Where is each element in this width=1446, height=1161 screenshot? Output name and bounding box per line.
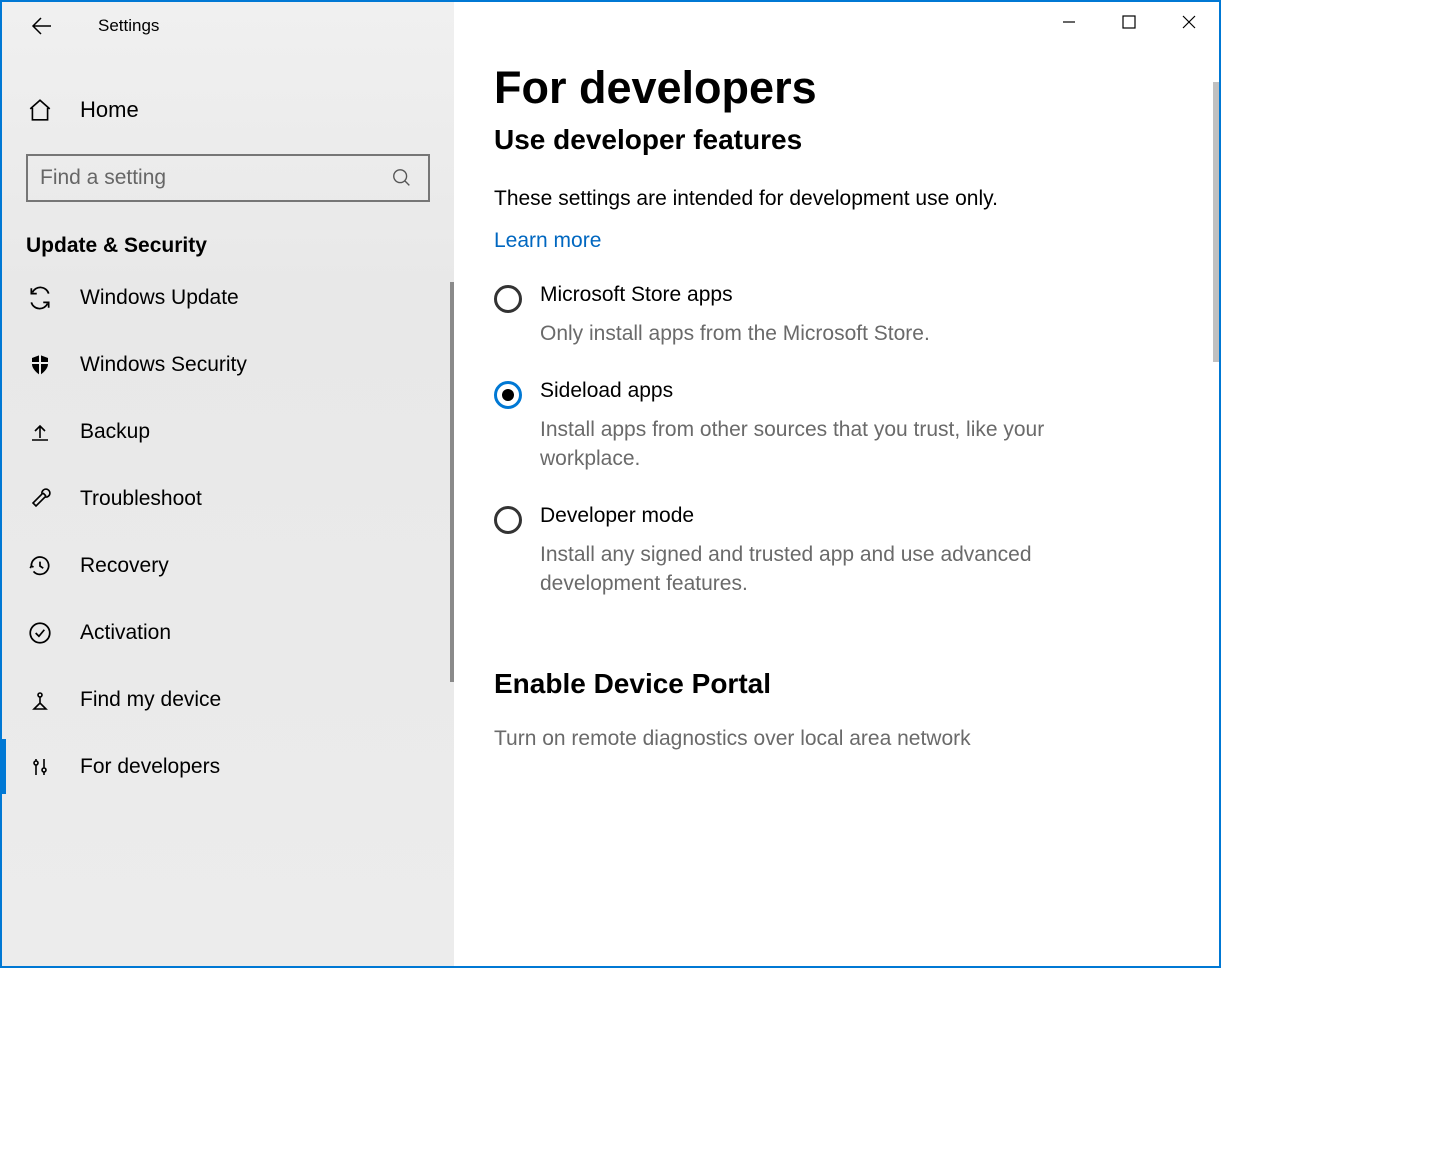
sidebar-item-label: Windows Update bbox=[80, 286, 239, 310]
nav-list: Windows Update Windows Security Backup T… bbox=[2, 264, 454, 800]
radio-title: Developer mode bbox=[540, 504, 1060, 528]
minimize-button[interactable] bbox=[1039, 2, 1099, 42]
content-scrollbar[interactable] bbox=[1213, 82, 1219, 362]
sidebar-item-find-my-device[interactable]: Find my device bbox=[2, 666, 454, 733]
sidebar-item-label: For developers bbox=[80, 755, 220, 779]
sidebar-item-windows-update[interactable]: Windows Update bbox=[2, 264, 454, 331]
window-controls bbox=[1039, 2, 1219, 42]
sidebar-header: Settings bbox=[2, 2, 454, 50]
home-label: Home bbox=[80, 97, 139, 123]
check-circle-icon bbox=[26, 619, 54, 647]
close-button[interactable] bbox=[1159, 2, 1219, 42]
radio-desc: Only install apps from the Microsoft Sto… bbox=[540, 319, 930, 348]
sidebar-item-troubleshoot[interactable]: Troubleshoot bbox=[2, 465, 454, 532]
radio-indicator bbox=[494, 506, 522, 534]
app-title: Settings bbox=[98, 16, 159, 36]
radio-microsoft-store[interactable]: Microsoft Store apps Only install apps f… bbox=[494, 283, 1179, 348]
shield-icon bbox=[26, 351, 54, 379]
radio-title: Microsoft Store apps bbox=[540, 283, 930, 307]
dev-tools-icon bbox=[26, 753, 54, 781]
sidebar-home[interactable]: Home bbox=[2, 80, 454, 140]
history-icon bbox=[26, 552, 54, 580]
subheader: Use developer features bbox=[494, 124, 1179, 156]
radio-developer-mode[interactable]: Developer mode Install any signed and tr… bbox=[494, 504, 1179, 599]
search-input[interactable] bbox=[40, 166, 388, 190]
sidebar-item-label: Windows Security bbox=[80, 353, 247, 377]
radio-indicator bbox=[494, 381, 522, 409]
sidebar-item-label: Find my device bbox=[80, 688, 221, 712]
radio-indicator bbox=[494, 285, 522, 313]
radio-sideload-apps[interactable]: Sideload apps Install apps from other so… bbox=[494, 379, 1179, 474]
radio-title: Sideload apps bbox=[540, 379, 1060, 403]
backup-icon bbox=[26, 418, 54, 446]
sidebar-item-windows-security[interactable]: Windows Security bbox=[2, 331, 454, 398]
sidebar-item-recovery[interactable]: Recovery bbox=[2, 532, 454, 599]
search-icon bbox=[388, 164, 416, 192]
section-title: Update & Security bbox=[26, 234, 454, 258]
device-portal-desc: Turn on remote diagnostics over local ar… bbox=[494, 724, 1054, 753]
location-icon bbox=[26, 686, 54, 714]
install-source-radio-group: Microsoft Store apps Only install apps f… bbox=[494, 283, 1179, 598]
sidebar-item-backup[interactable]: Backup bbox=[2, 398, 454, 465]
device-portal-heading: Enable Device Portal bbox=[494, 668, 1179, 700]
sidebar-item-for-developers[interactable]: For developers bbox=[2, 733, 454, 800]
radio-texts: Developer mode Install any signed and tr… bbox=[540, 504, 1060, 599]
radio-desc: Install any signed and trusted app and u… bbox=[540, 540, 1060, 599]
page-title: For developers bbox=[494, 62, 1179, 114]
sidebar: Settings Home Update & Security Windows … bbox=[2, 2, 454, 966]
radio-texts: Sideload apps Install apps from other so… bbox=[540, 379, 1060, 474]
back-arrow-icon bbox=[28, 12, 56, 40]
sidebar-item-label: Backup bbox=[80, 420, 150, 444]
sidebar-item-activation[interactable]: Activation bbox=[2, 599, 454, 666]
intro-text: These settings are intended for developm… bbox=[494, 184, 1054, 213]
maximize-button[interactable] bbox=[1099, 2, 1159, 42]
content-pane: For developers Use developer features Th… bbox=[454, 2, 1219, 966]
back-button[interactable] bbox=[26, 10, 58, 42]
wrench-icon bbox=[26, 485, 54, 513]
sidebar-item-label: Troubleshoot bbox=[80, 487, 202, 511]
sync-icon bbox=[26, 284, 54, 312]
radio-texts: Microsoft Store apps Only install apps f… bbox=[540, 283, 930, 348]
sidebar-item-label: Activation bbox=[80, 621, 171, 645]
radio-desc: Install apps from other sources that you… bbox=[540, 415, 1060, 474]
home-icon bbox=[26, 96, 54, 124]
search-box[interactable] bbox=[26, 154, 430, 202]
sidebar-item-label: Recovery bbox=[80, 554, 169, 578]
learn-more-link[interactable]: Learn more bbox=[494, 229, 601, 253]
